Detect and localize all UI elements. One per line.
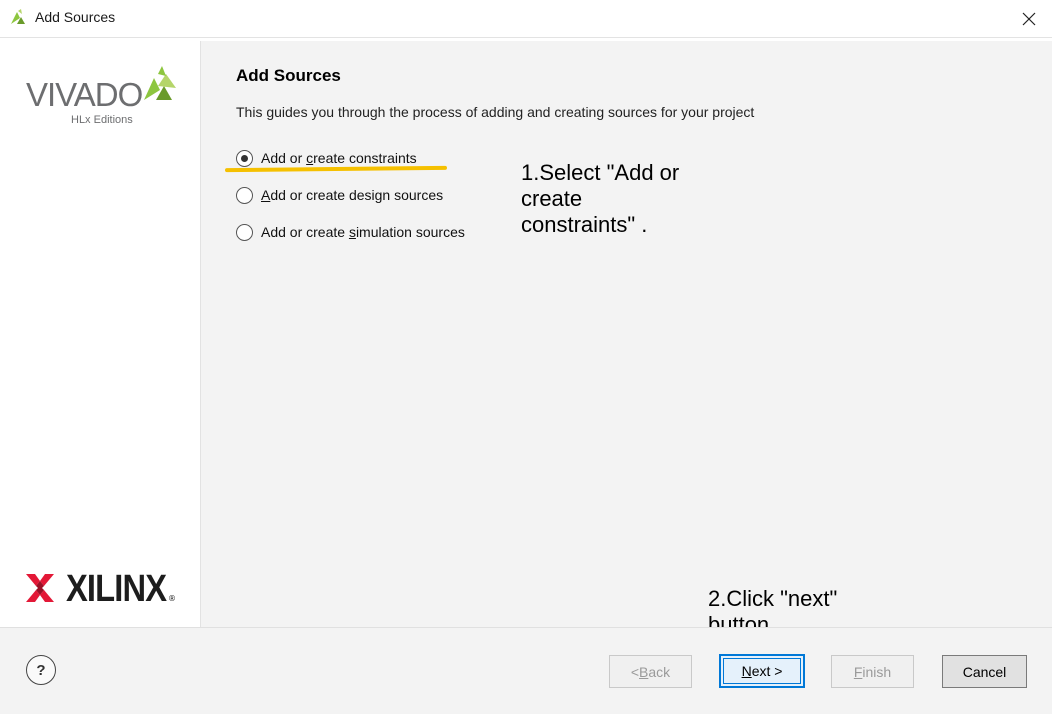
xilinx-mark-icon [26, 574, 54, 602]
back-button[interactable]: < Back [609, 655, 692, 688]
vivado-logo-word: VIVADO [26, 76, 143, 113]
close-icon [1022, 12, 1036, 25]
annotation-line: create [521, 186, 583, 211]
finish-button[interactable]: Finish [831, 655, 914, 688]
page-title: Add Sources [236, 66, 341, 85]
sidebar: VIVADO HLx Editions XILINX ® [0, 41, 201, 627]
option-label: Add or create design sources [261, 187, 444, 203]
window-title: Add Sources [35, 9, 116, 25]
option-label: Add or create simulation sources [261, 224, 465, 240]
xilinx-registered-mark: ® [168, 594, 176, 603]
main-panel: Add Sources This guides you through the … [201, 41, 1052, 627]
title-bar: Add Sources [0, 0, 1052, 38]
annotation-line: 2.Click "next" [708, 586, 838, 611]
xilinx-logo-word: XILINX [66, 568, 167, 610]
annotation-step-1: 1.Select "Add or create constraints" . [521, 160, 679, 238]
help-button[interactable]: ? [26, 655, 56, 685]
vivado-leaf-icon [11, 9, 25, 24]
header-panel: Add Sources This guides you through the … [201, 41, 1052, 127]
option-label: Add or create constraints [261, 150, 417, 166]
annotation-line: 1.Select "Add or [521, 160, 680, 185]
option-add-design-sources[interactable]: Add or create design sources [236, 184, 443, 206]
vivado-logo-subtitle: HLx Editions [71, 114, 133, 126]
footer-bar: ? < Back Next > Finish Cancel [0, 627, 1052, 714]
cancel-button[interactable]: Cancel [942, 655, 1027, 688]
vivado-logo: VIVADO HLx Editions [26, 66, 186, 136]
xilinx-logo: XILINX ® [26, 568, 186, 610]
annotation-line: constraints" . [521, 212, 648, 237]
radio-button[interactable] [236, 186, 253, 204]
next-button[interactable]: Next > [719, 654, 805, 688]
vivado-leaf-logo-icon [144, 66, 176, 100]
radio-button[interactable] [236, 223, 253, 241]
close-button[interactable] [1006, 0, 1052, 37]
page-description: This guides you through the process of a… [236, 104, 755, 120]
radio-button-selected[interactable] [236, 149, 253, 167]
option-add-simulation-sources[interactable]: Add or create simulation sources [236, 221, 465, 243]
